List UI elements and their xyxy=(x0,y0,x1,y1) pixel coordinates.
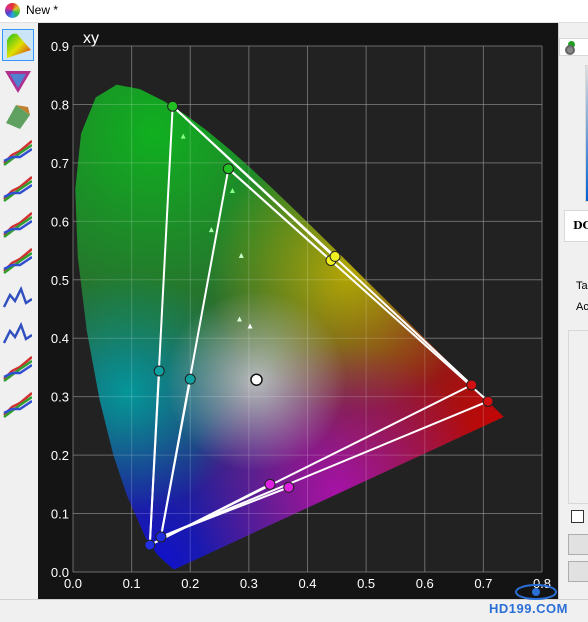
ta-label: Ta xyxy=(576,280,588,292)
gear-icon[interactable] xyxy=(565,45,575,55)
rgb-curves-icon xyxy=(3,140,33,166)
tool-sidebar xyxy=(0,23,37,599)
color-error-tool-button[interactable] xyxy=(2,353,34,385)
cie-chromaticity-tool-button[interactable] xyxy=(2,29,34,61)
y-tick-label: 0.8 xyxy=(51,97,69,112)
comparison-chart-icon xyxy=(3,392,33,418)
rgb-curves-tool-button[interactable] xyxy=(2,137,34,169)
green-primary-2[interactable] xyxy=(222,163,234,175)
x-tick-label: 0.5 xyxy=(357,576,375,591)
x-tick-label: 0.3 xyxy=(240,576,258,591)
rgb-balance-tool-button[interactable] xyxy=(2,173,34,205)
y-tick-label: 0.6 xyxy=(51,214,69,229)
blue-primary-1[interactable] xyxy=(144,539,156,551)
options-group xyxy=(568,330,588,504)
cie-chromaticity-chart[interactable]: 0.0 0.1 0.2 0.3 0.4 0.5 0.6 0.7 0.8 0.0 0.1 0.2 0.3 0… xyxy=(38,23,558,599)
gamut-triangle-icon xyxy=(5,71,31,93)
chart-corner-label: xy xyxy=(83,30,99,47)
x-tick-label: 0.2 xyxy=(181,576,199,591)
comparison-tool-button[interactable] xyxy=(2,389,34,421)
cyan-secondary-2[interactable] xyxy=(184,373,196,385)
gamma-tool-button[interactable] xyxy=(2,209,34,241)
x-tick-label: 0.6 xyxy=(416,576,434,591)
red-primary-1[interactable] xyxy=(466,379,478,391)
yellow-secondary-2[interactable] xyxy=(329,250,341,262)
luminance-tool-button[interactable] xyxy=(2,245,34,277)
window-title: New * xyxy=(26,3,59,17)
error-chart-icon xyxy=(2,321,33,344)
y-tick-label: 0.1 xyxy=(51,507,69,522)
app-logo-icon xyxy=(5,3,20,18)
gamma-curves-icon xyxy=(3,212,33,238)
chromaticity-diagram-icon xyxy=(7,33,31,58)
red-primary-2[interactable] xyxy=(482,395,494,407)
action-button-2[interactable] xyxy=(568,561,588,582)
grayscale-error-tool-button[interactable] xyxy=(2,317,34,349)
blue-primary-2[interactable] xyxy=(155,531,167,543)
luminance-icon xyxy=(3,248,33,274)
rgb-balance-icon xyxy=(3,176,33,202)
cyan-secondary-1[interactable] xyxy=(153,365,165,377)
dc-label: DC xyxy=(573,219,588,232)
title-bar: New * xyxy=(0,0,588,23)
y-tick-label: 0.2 xyxy=(51,448,69,463)
x-tick-label: 0.7 xyxy=(474,576,492,591)
white-point[interactable] xyxy=(250,373,263,386)
option-checkbox[interactable] xyxy=(571,510,584,523)
y-tick-label: 0.9 xyxy=(51,39,69,54)
ac-label: Ac xyxy=(576,301,588,313)
x-tick-label: 0.4 xyxy=(298,576,316,591)
y-tick-label: 0.0 xyxy=(51,565,69,580)
3d-gamut-tool-button[interactable] xyxy=(2,101,34,133)
delta-e-chart-icon xyxy=(2,285,33,308)
magenta-secondary-2[interactable] xyxy=(283,481,295,493)
delta-e-tool-button[interactable] xyxy=(2,281,34,313)
gamut-triangle-tool-button[interactable] xyxy=(2,65,34,97)
3d-gamut-icon xyxy=(6,105,30,129)
watermark-text: HD199.COM xyxy=(489,601,568,616)
y-tick-label: 0.3 xyxy=(51,390,69,405)
y-tick-label: 0.7 xyxy=(51,156,69,171)
color-error-icon xyxy=(3,356,33,382)
chart-svg[interactable]: 0.0 0.1 0.2 0.3 0.4 0.5 0.6 0.7 0.80.00.10.20.30… xyxy=(38,23,558,599)
y-tick-label: 0.5 xyxy=(51,273,69,288)
green-primary-1[interactable] xyxy=(167,100,179,112)
x-tick-label: 0.1 xyxy=(123,576,141,591)
magenta-secondary-1[interactable] xyxy=(264,478,276,490)
y-tick-label: 0.4 xyxy=(51,331,69,346)
action-button-1[interactable] xyxy=(568,534,588,555)
right-panel: DC Ta Ac xyxy=(558,23,588,599)
watermark-logo xyxy=(515,584,557,600)
dc-box: DC xyxy=(564,210,588,242)
